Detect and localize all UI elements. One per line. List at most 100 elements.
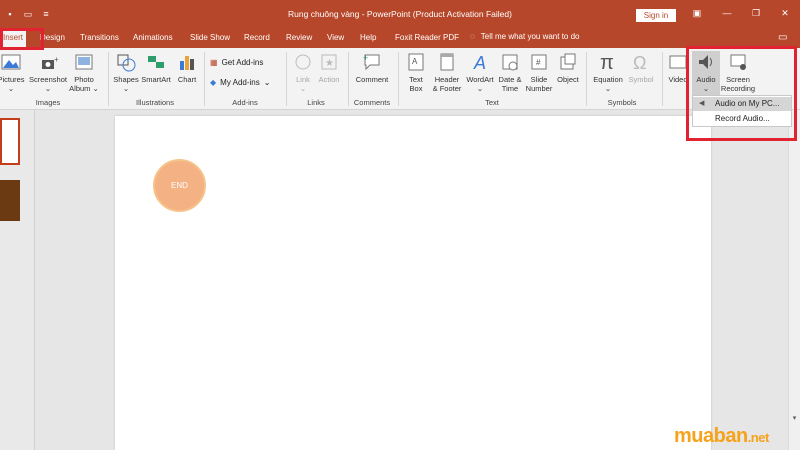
text-box-label-1: Text xyxy=(409,75,423,84)
ribbon-separator xyxy=(586,52,587,106)
action-icon: ★ xyxy=(321,54,337,70)
pictures-button[interactable]: Pictures ⌄ xyxy=(0,51,26,93)
scroll-down-icon[interactable]: ▾ xyxy=(790,414,799,423)
svg-text:★: ★ xyxy=(325,58,334,69)
equation-button[interactable]: π Equation ⌄ xyxy=(590,51,626,93)
header-footer-label-1: Header xyxy=(434,75,460,84)
chart-icon xyxy=(180,56,194,70)
ribbon-display-options-icon[interactable]: ▣ xyxy=(690,7,704,19)
ribbon-separator xyxy=(662,52,663,106)
title-bar: ▪ ▭ ≡ Rung chuông vàng - PowerPoint (Pro… xyxy=(0,0,800,28)
text-box-icon: A xyxy=(408,53,424,71)
slide-number-button[interactable]: # Slide Number xyxy=(524,51,554,93)
chart-label: Chart xyxy=(177,75,197,84)
comment-label: Comment xyxy=(355,75,389,84)
action-button[interactable]: ★ Action xyxy=(316,51,342,84)
get-addins-button[interactable]: ▦ Get Add-ins xyxy=(210,58,263,67)
omega-icon: Ω xyxy=(633,53,646,73)
link-button[interactable]: Link ⌄ xyxy=(290,51,316,93)
slide-number-icon: # xyxy=(531,54,547,70)
watermark-main: muaban xyxy=(674,425,748,447)
comments-icon[interactable]: ▭ xyxy=(778,32,787,43)
vertical-scrollbar[interactable] xyxy=(788,110,800,450)
header-footer-icon xyxy=(440,53,454,71)
ribbon-tabs: Insert Design Transitions Animations Sli… xyxy=(0,28,800,48)
svg-text:Ω: Ω xyxy=(633,53,646,73)
pictures-chevron-icon: ⌄ xyxy=(7,84,15,93)
link-icon xyxy=(295,54,311,70)
header-footer-button[interactable]: Header & Footer xyxy=(430,51,464,93)
symbol-button[interactable]: Ω Symbol xyxy=(626,51,656,84)
my-addins-button[interactable]: ◆ My Add-ins ⌄ xyxy=(210,78,270,87)
sign-in-button[interactable]: Sign in xyxy=(636,9,676,22)
svg-text:π: π xyxy=(600,52,614,73)
ribbon-separator xyxy=(348,52,349,106)
ribbon-separator xyxy=(398,52,399,106)
svg-text:+: + xyxy=(363,53,368,63)
my-addins-label: My Add-ins xyxy=(220,78,260,87)
equation-label: Equation xyxy=(593,75,623,84)
tab-view[interactable]: View xyxy=(327,33,344,42)
date-time-icon xyxy=(502,54,518,71)
tab-slide-show[interactable]: Slide Show xyxy=(190,33,230,42)
chart-button[interactable]: Chart xyxy=(174,51,200,84)
slide-thumbnail-1[interactable] xyxy=(0,118,20,165)
insert-tab-highlight xyxy=(0,28,44,50)
ribbon-separator xyxy=(204,52,205,106)
smartart-button[interactable]: SmartArt xyxy=(140,51,172,84)
tab-record[interactable]: Record xyxy=(244,33,270,42)
object-button[interactable]: Object xyxy=(554,51,582,84)
shapes-label: Shapes xyxy=(113,75,139,84)
group-label-symbols: Symbols xyxy=(607,98,637,107)
action-label: Action xyxy=(318,75,340,84)
group-label-comments: Comments xyxy=(353,98,391,107)
tab-foxit[interactable]: Foxit Reader PDF xyxy=(395,33,459,42)
photo-album-button[interactable]: Photo Album ⌄ xyxy=(68,51,100,93)
lightbulb-icon: ◌ xyxy=(470,32,475,41)
svg-text:A: A xyxy=(412,57,418,66)
smartart-icon xyxy=(148,56,164,68)
end-shape[interactable]: END xyxy=(153,159,206,212)
ribbon-separator xyxy=(286,52,287,106)
screenshot-button[interactable]: + Screenshot ⌄ xyxy=(28,51,68,93)
slide-thumbnail-2[interactable] xyxy=(0,180,20,221)
close-icon[interactable]: ✕ xyxy=(778,7,792,19)
screenshot-chevron-icon: ⌄ xyxy=(44,84,52,93)
slide-number-label-2: Number xyxy=(525,84,553,93)
tab-help[interactable]: Help xyxy=(360,33,376,42)
svg-text:A: A xyxy=(473,53,486,73)
date-time-label-1: Date & xyxy=(498,75,522,84)
minimize-icon[interactable]: — xyxy=(720,7,734,19)
text-box-button[interactable]: A Text Box xyxy=(402,51,430,93)
group-label-images: Images xyxy=(35,98,61,107)
shapes-button[interactable]: Shapes ⌄ xyxy=(112,51,140,93)
text-box-label-2: Box xyxy=(409,84,423,93)
date-time-button[interactable]: Date & Time xyxy=(496,51,524,93)
photo-album-label-2: Album xyxy=(69,84,91,93)
object-icon xyxy=(560,53,576,70)
symbol-label: Symbol xyxy=(628,75,654,84)
wordart-label: WordArt xyxy=(466,75,494,84)
object-label: Object xyxy=(557,75,579,84)
wordart-button[interactable]: A WordArt ⌄ xyxy=(464,51,496,93)
link-label: Link xyxy=(296,75,310,84)
slide-canvas[interactable] xyxy=(115,116,711,450)
ribbon: Pictures ⌄ + Screenshot ⌄ Photo Album ⌄ Ima… xyxy=(0,48,800,110)
svg-text:#: # xyxy=(536,58,541,67)
tab-review[interactable]: Review xyxy=(286,33,312,42)
get-addins-label: Get Add-ins xyxy=(221,58,264,67)
ribbon-separator xyxy=(108,52,109,106)
video-label: Video xyxy=(668,75,688,84)
group-label-illustrations: Illustrations xyxy=(136,98,174,107)
tell-me-search[interactable]: ◌ Tell me what you want to do xyxy=(470,32,579,41)
group-label-text: Text xyxy=(485,98,499,107)
pi-icon: π xyxy=(600,52,614,73)
restore-icon[interactable]: ❐ xyxy=(749,7,763,19)
pictures-label: Pictures xyxy=(0,75,25,84)
tell-me-label: Tell me what you want to do xyxy=(480,32,580,41)
smartart-label: SmartArt xyxy=(141,75,171,84)
tab-animations[interactable]: Animations xyxy=(133,33,173,42)
comment-button[interactable]: + Comment xyxy=(352,51,392,84)
addins-icon: ◆ xyxy=(210,78,217,87)
tab-transitions[interactable]: Transitions xyxy=(80,33,119,42)
